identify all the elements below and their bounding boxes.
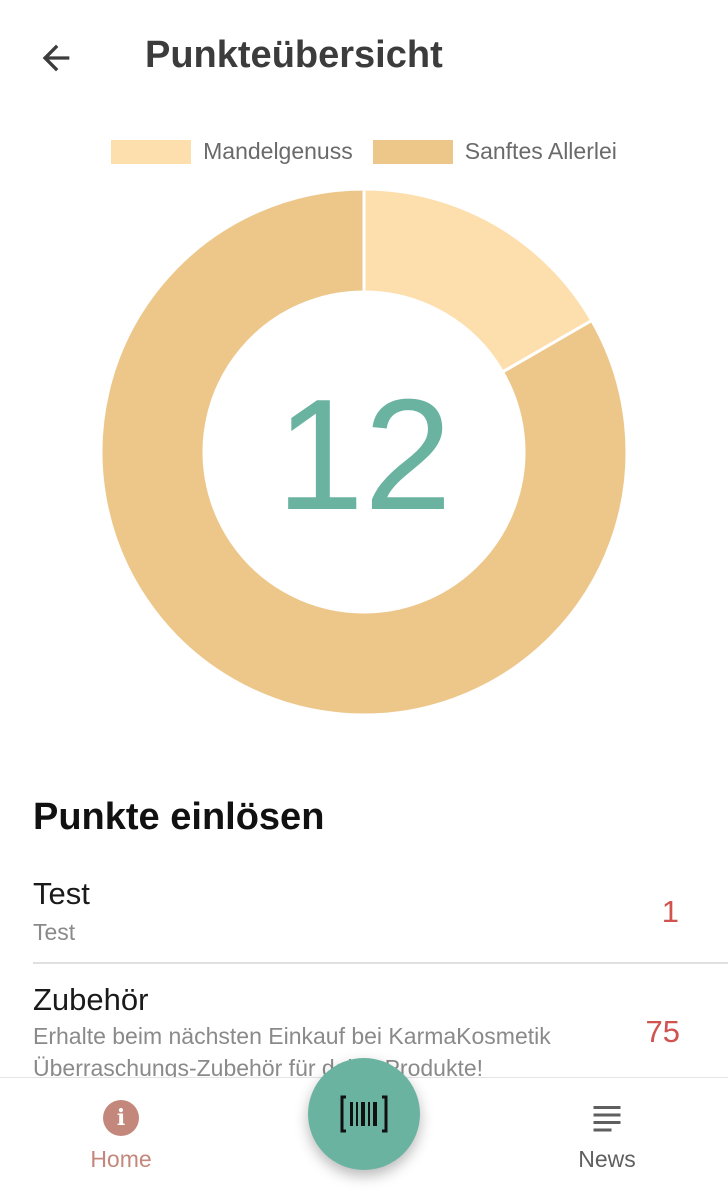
- nav-news-label: News: [578, 1146, 636, 1172]
- nav-home-label: Home: [90, 1146, 152, 1172]
- points-donut-chart: [100, 188, 628, 716]
- legend-label: Mandelgenuss: [203, 138, 353, 164]
- arrow-left-icon: [42, 44, 70, 72]
- legend-label: Sanftes Allerlei: [464, 138, 617, 164]
- barcode-scan-icon: [340, 1095, 388, 1133]
- legend-item-mandelgenuss[interactable]: Mandelgenuss: [111, 138, 353, 165]
- reward-title: Test: [33, 876, 90, 911]
- reward-title: Zubehör: [33, 982, 149, 1017]
- info-icon: i: [103, 1100, 139, 1136]
- legend-swatch: [372, 139, 453, 164]
- nav-home[interactable]: i Home: [41, 1100, 201, 1180]
- chart-legend: Mandelgenuss Sanftes Allerlei: [0, 138, 728, 165]
- scan-button[interactable]: [308, 1058, 420, 1170]
- page-title: Punkteübersicht: [145, 34, 443, 76]
- section-title: Punkte einlösen: [33, 796, 325, 838]
- app-header: Punkteübersicht: [0, 0, 728, 110]
- news-icon: [593, 1106, 621, 1132]
- reward-description: Test: [33, 919, 76, 945]
- legend-item-sanftes-allerlei[interactable]: Sanftes Allerlei: [372, 138, 617, 165]
- legend-swatch: [111, 139, 192, 164]
- reward-points: 1: [661, 894, 679, 929]
- reward-points: 75: [645, 1014, 680, 1049]
- nav-news[interactable]: News: [527, 1100, 687, 1180]
- reward-description: Erhalte beim nächsten Einkauf bei KarmaK…: [33, 1023, 551, 1081]
- back-button[interactable]: [30, 32, 82, 84]
- reward-item[interactable]: Test Test 1: [33, 868, 728, 964]
